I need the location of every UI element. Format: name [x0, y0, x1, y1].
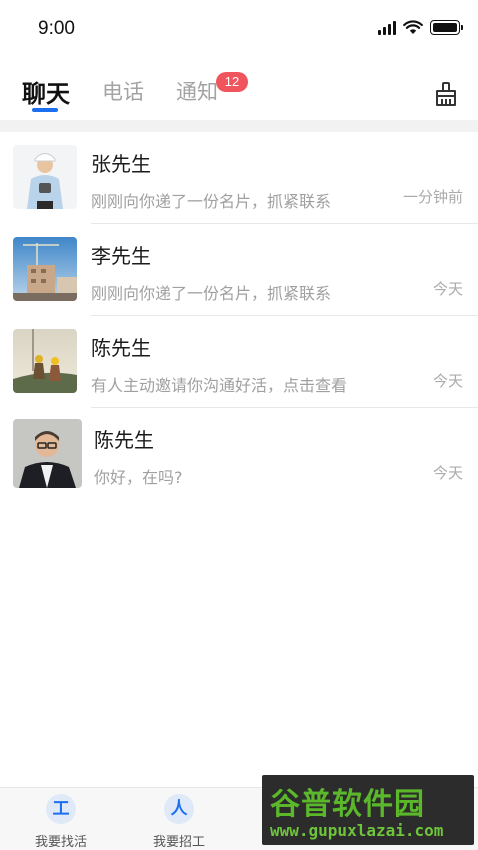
chat-list-item[interactable]: 陈先生 有人主动邀请你沟通好活，点击查看 今天 — [0, 316, 478, 408]
chat-list-item[interactable]: 李先生 刚刚向你递了一份名片，抓紧联系 今天 — [0, 224, 478, 316]
nav-label: 我要找活 — [34, 835, 87, 850]
tab-notifications[interactable]: 通知 — [176, 76, 218, 106]
message-time: 一分钟前 — [402, 188, 463, 206]
nav-find-work[interactable]: 工 我要找活 — [16, 794, 106, 850]
watermark-title: 谷普软件园 — [270, 787, 425, 822]
status-icons — [378, 20, 463, 35]
contact-name: 陈先生 — [94, 428, 154, 452]
contact-name: 李先生 — [91, 244, 151, 268]
message-preview: 你好，在吗? — [94, 468, 183, 487]
person-icon: 人 — [164, 794, 194, 824]
tab-phone[interactable]: 电话 — [102, 76, 144, 106]
battery-icon — [430, 20, 463, 35]
avatar — [13, 419, 82, 488]
nav-hire[interactable]: 人 我要招工 — [134, 794, 224, 850]
message-preview: 刚刚向你递了一份名片，抓紧联系 — [91, 192, 332, 211]
nav-label: 我要招工 — [152, 835, 205, 850]
top-tabs: 聊天 电话 通知 12 — [0, 68, 478, 120]
worker-icon: 工 — [46, 794, 76, 824]
contact-name: 陈先生 — [91, 336, 151, 360]
avatar — [13, 237, 77, 301]
notification-badge: 12 — [216, 72, 248, 92]
chat-list: 张先生 刚刚向你递了一份名片，抓紧联系 一分钟前 李先生 刚刚向你递了一份名片，… — [0, 132, 478, 500]
active-tab-indicator — [32, 108, 58, 112]
status-time: 9:00 — [38, 18, 75, 39]
broom-clean-icon[interactable] — [432, 80, 460, 108]
message-preview: 有人主动邀请你沟通好活，点击查看 — [91, 376, 348, 395]
watermark-url: www.gupuxlazai.com — [270, 821, 444, 840]
chat-list-item[interactable]: 张先生 刚刚向你递了一份名片，抓紧联系 一分钟前 — [0, 132, 478, 224]
status-bar: 9:00 — [0, 0, 478, 60]
tab-chat[interactable]: 聊天 — [22, 74, 70, 109]
wifi-icon — [403, 20, 423, 34]
avatar — [13, 329, 77, 393]
cellular-signal-icon — [378, 20, 396, 35]
message-time: 今天 — [432, 372, 463, 390]
message-time: 今天 — [432, 464, 463, 482]
chat-list-item[interactable]: 陈先生 你好，在吗? 今天 — [0, 408, 478, 500]
message-time: 今天 — [432, 280, 463, 298]
site-watermark: 谷普软件园 www.gupuxlazai.com — [262, 775, 474, 845]
avatar — [13, 145, 77, 209]
message-preview: 刚刚向你递了一份名片，抓紧联系 — [91, 284, 332, 303]
section-divider — [0, 120, 478, 132]
contact-name: 张先生 — [91, 152, 151, 176]
